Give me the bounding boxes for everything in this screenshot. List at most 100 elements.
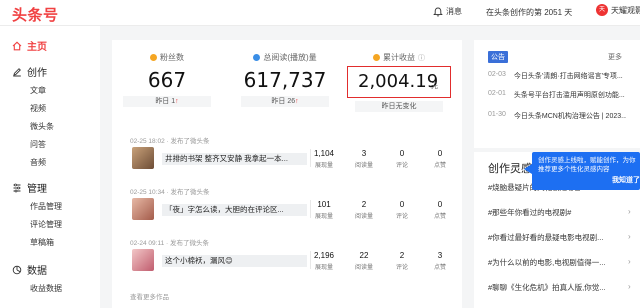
notice-tag: 公告 <box>488 51 508 63</box>
stat-sub: 昨日 1↑ <box>123 96 211 107</box>
post-meta: 02-25 18:02 · 发布了微头条 <box>130 138 210 145</box>
inspiration-item[interactable]: #为什么以前的电影,电视剧值得一... <box>488 257 640 268</box>
metric-comments: 2 <box>399 251 405 260</box>
edit-icon <box>13 67 21 76</box>
stat-reads[interactable]: 总阅读(播放)量 617,737 昨日 26↑ <box>230 52 340 107</box>
sidebar-item-drafts[interactable]: 草稿箱 <box>30 237 54 248</box>
stat-sub-label: 昨日 <box>155 98 170 105</box>
sidebar-item-comments[interactable]: 评论管理 <box>30 219 62 230</box>
notice-more-link[interactable]: 更多 <box>608 52 622 62</box>
chevron-right-icon[interactable]: › <box>628 207 631 216</box>
stat-label: 总阅读(播放)量 <box>230 52 340 63</box>
messages-button[interactable]: 消息 <box>433 6 462 17</box>
chevron-right-icon[interactable]: › <box>628 282 631 291</box>
overview-card: 粉丝数 667 昨日 1↑ 总阅读(播放)量 617,737 昨日 26↑ 累计… <box>112 40 462 308</box>
post-title[interactable]: 井排的书架 整齐又安静 我拿起一本... <box>162 153 307 165</box>
post-row[interactable]: 井排的书架 整齐又安静 我拿起一本... 1,104 展现量 3 阅读量 0 评论 0… <box>130 147 452 171</box>
sidebar-item-earnings-data[interactable]: 收益数据 <box>30 283 62 294</box>
account-name: 天耀观影 <box>611 5 640 15</box>
notice-item[interactable]: 02-01 头条号平台打击滥用声明原创功能... <box>488 90 626 100</box>
inspiration-tooltip: 创作灵感上线啦，赋能创作，为你推荐更多个性化灵感内容 我知道了 <box>532 152 640 190</box>
earnings-icon <box>373 54 380 61</box>
post-row[interactable]: 「夜」字怎么读，大胆的在评论区... 101 展现量 2 阅读量 0 评论 0 点赞 <box>130 198 452 222</box>
metric-likes: 0 <box>437 149 443 158</box>
stat-value: 667 <box>147 68 187 92</box>
sidebar-item-label: 主页 <box>27 42 47 53</box>
info-icon[interactable]: ⓘ <box>418 53 425 63</box>
post-title[interactable]: 这个小棉袄，漏风😊 <box>162 255 307 267</box>
metric-likes: 3 <box>437 251 443 260</box>
stat-label-text: 累计收益 <box>383 53 415 62</box>
inspiration-item[interactable]: #那些年你看过的电视剧# <box>488 207 640 218</box>
sidebar-item-video[interactable]: 视频 <box>30 103 46 114</box>
stat-sub: 昨日 26↑ <box>241 96 329 107</box>
stat-sub-value: 26 <box>287 98 296 105</box>
tooltip-dismiss-button[interactable]: 我知道了 <box>612 175 640 185</box>
more-works-link[interactable]: 查看更多作品 <box>130 291 169 301</box>
notice-date: 02-01 <box>488 90 506 97</box>
avatar: 天 <box>596 4 608 16</box>
notice-date: 02-03 <box>488 71 506 78</box>
arrow-up-icon: ↑ <box>175 98 179 105</box>
sidebar-group-label: 创作 <box>27 68 47 79</box>
sidebar-item-works[interactable]: 作品管理 <box>30 201 62 212</box>
sidebar: 主页 创作 文章 视频 微头条 问答 音频 管理 作品管理 评论管理 草稿箱 数… <box>0 26 100 308</box>
notice-text: 今日头条MCN机构治理公告 | 2023... <box>513 113 626 120</box>
metric-label: 展现量 <box>314 163 333 169</box>
sidebar-item-home[interactable]: 主页 <box>12 38 47 53</box>
sidebar-group-manage[interactable]: 管理 <box>12 180 47 195</box>
post-title[interactable]: 「夜」字怎么读，大胆的在评论区... <box>162 204 307 216</box>
chevron-right-icon[interactable]: › <box>628 257 631 266</box>
earnings-unit: 元 <box>431 83 438 90</box>
notice-date: 01-30 <box>488 111 506 118</box>
stat-fans[interactable]: 粉丝数 667 昨日 1↑ <box>112 52 222 107</box>
notice-item[interactable]: 01-30 今日头条MCN机构治理公告 | 2023... <box>488 111 626 121</box>
sidebar-item-micro-post[interactable]: 微头条 <box>30 121 54 132</box>
inspiration-item[interactable]: #聊聊《生化危机》拍真人版,你觉... <box>488 282 640 293</box>
post-thumbnail <box>132 147 154 169</box>
creation-days: 在头条创作的第 2051 天 <box>486 8 573 17</box>
sidebar-group-label: 数据 <box>27 266 47 277</box>
stat-value: 617,737 <box>243 68 327 92</box>
metric-label: 展现量 <box>314 265 333 271</box>
notice-panel: 公告 更多 02-03 今日头条'清朗·打击网络谣言'专项... 02-01 头… <box>474 40 640 148</box>
inspiration-item[interactable]: #你看过最好看的悬疑电影电视剧... <box>488 232 640 243</box>
metric-reads: 22 <box>359 251 369 260</box>
metric-comments: 0 <box>399 149 405 158</box>
fans-icon <box>150 54 157 61</box>
sidebar-group-data[interactable]: 数据 <box>12 262 47 277</box>
chevron-right-icon[interactable]: › <box>628 232 631 241</box>
home-icon <box>12 41 22 50</box>
stat-label-text: 总阅读(播放)量 <box>263 53 317 62</box>
post-meta: 02-25 10:34 · 发布了微头条 <box>130 189 210 196</box>
metric-impressions: 1,104 <box>313 149 335 158</box>
notice-item[interactable]: 02-03 今日头条'清朗·打击网络谣言'专项... <box>488 71 626 81</box>
reads-icon <box>253 54 261 61</box>
sidebar-item-audio[interactable]: 音频 <box>30 157 46 168</box>
metric-label: 评论 <box>395 265 408 271</box>
stat-label: 累计收益 ⓘ <box>344 52 454 63</box>
metric-likes: 0 <box>437 200 443 209</box>
sidebar-group-label: 管理 <box>27 184 47 195</box>
notice-text: 头条号平台打击滥用声明原创功能... <box>513 92 625 99</box>
tooltip-pointer <box>524 164 532 174</box>
logo[interactable]: 头条号 <box>12 4 59 25</box>
metric-label: 阅读量 <box>354 265 373 271</box>
stat-sub: 昨日无变化 <box>355 101 443 112</box>
sidebar-item-qa[interactable]: 问答 <box>30 139 46 150</box>
sidebar-item-article[interactable]: 文章 <box>30 85 46 96</box>
metric-comments: 0 <box>399 200 405 209</box>
metric-impressions: 101 <box>317 200 331 209</box>
account-menu[interactable]: 天 天耀观影 <box>596 4 640 16</box>
metric-label: 阅读量 <box>354 214 373 220</box>
stat-sub-label: 昨日 <box>271 98 286 105</box>
metric-reads: 2 <box>361 200 367 209</box>
data-icon <box>12 265 22 274</box>
metric-label: 点赞 <box>433 265 446 271</box>
top-bar: 头条号 消息 在头条创作的第 2051 天 天 天耀观影 <box>0 0 640 26</box>
sidebar-group-create[interactable]: 创作 <box>12 64 47 79</box>
post-row[interactable]: 这个小棉袄，漏风😊 2,196 展现量 22 阅读量 2 评论 3 点赞 <box>130 249 452 273</box>
metric-reads: 3 <box>361 149 367 158</box>
manage-icon <box>13 183 21 192</box>
post-meta: 02-24 09:11 · 发布了微头条 <box>130 240 209 247</box>
